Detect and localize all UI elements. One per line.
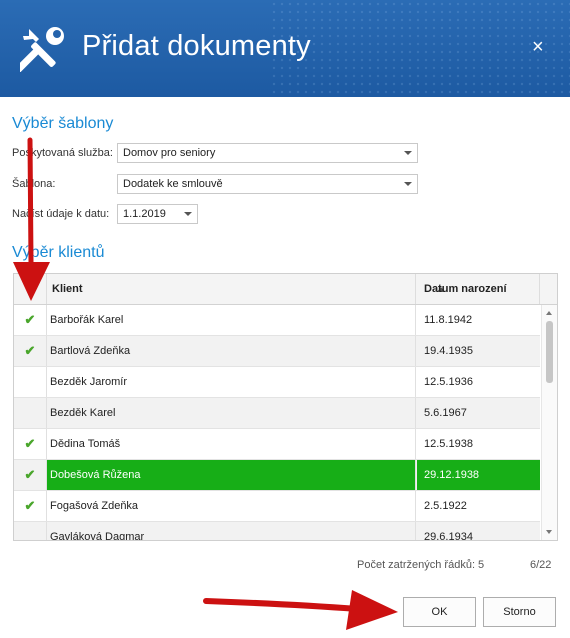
service-select[interactable]: Domov pro seniory: [117, 143, 418, 163]
column-header-client[interactable]: Klient: [47, 274, 445, 304]
service-label: Poskytovaná služba:: [12, 147, 113, 159]
client-name-cell: Dobešová Růžena: [47, 460, 416, 490]
ok-button[interactable]: OK: [403, 597, 476, 627]
birth-date-cell: 12.5.1936: [424, 376, 473, 388]
title-bar: Přidat dokumenty ×: [0, 0, 570, 97]
row-checkbox[interactable]: ✔: [14, 336, 47, 366]
row-checkbox[interactable]: ✔: [14, 491, 47, 521]
scrollbar-thumb[interactable]: [546, 321, 553, 383]
birth-date-cell: 19.4.1935: [424, 345, 473, 357]
chevron-down-icon: [184, 212, 192, 216]
birth-date-cell: 2.5.1922: [424, 500, 467, 512]
birth-date-cell: 12.5.1938: [424, 438, 473, 450]
row-checkbox[interactable]: [14, 367, 47, 397]
template-label: Šablona:: [12, 178, 56, 190]
grid-rows: ✔ Barbořák Karel 11.8.1942 ✔ Bartlová Zdeňka…: [14, 305, 540, 541]
close-icon[interactable]: ×: [532, 36, 544, 59]
date-picker[interactable]: 1.1.2019: [117, 204, 198, 224]
scroll-down-icon[interactable]: [546, 530, 552, 534]
row-checkbox[interactable]: ✔: [14, 460, 47, 490]
column-header-birth[interactable]: Datum narození: [417, 274, 540, 304]
client-name-cell: Gavláková Dagmar: [47, 522, 416, 540]
clients-section-heading: Výběr klientů: [12, 244, 105, 261]
birth-date-cell: 11.8.1942: [424, 314, 473, 326]
service-value: Domov pro seniory: [123, 147, 216, 159]
birth-date-cell: 5.6.1967: [424, 407, 467, 419]
grid-header: Klient Datum narození: [14, 274, 557, 305]
table-row[interactable]: ✔ Dědina Tomáš 12.5.1938: [14, 429, 540, 460]
client-name-cell: Dědina Tomáš: [47, 429, 416, 459]
clients-grid: Klient Datum narození ✔ Barbořák Karel 11.…: [13, 273, 558, 541]
client-name-cell: Bezděk Jaromír: [47, 367, 416, 397]
chevron-down-icon: [404, 182, 412, 186]
checkmark-icon: ✔: [24, 343, 36, 358]
template-select[interactable]: Dodatek ke smlouvě: [117, 174, 418, 194]
row-checkbox[interactable]: [14, 522, 47, 540]
table-row[interactable]: ✔ Dobešová Růžena 29.12.1938: [14, 460, 540, 491]
window-title: Přidat dokumenty: [82, 30, 311, 62]
tools-icon: [20, 27, 64, 72]
birth-date-cell: 29.12.1938: [417, 460, 540, 490]
checkmark-icon: ✔: [24, 436, 36, 451]
client-name-cell: Barbořák Karel: [47, 305, 416, 335]
title-bar-pattern: [270, 0, 570, 97]
cancel-button[interactable]: Storno: [483, 597, 556, 627]
table-row[interactable]: ✔ Fogašová Zdeňka 2.5.1922: [14, 491, 540, 522]
client-name-cell: Bartlová Zdeňka: [47, 336, 416, 366]
checkmark-icon: ✔: [24, 312, 36, 327]
table-row[interactable]: ✔ Bartlová Zdeňka 19.4.1935: [14, 336, 540, 367]
table-row[interactable]: ✔ Barbořák Karel 11.8.1942: [14, 305, 540, 336]
table-row[interactable]: Bezděk Karel 5.6.1967: [14, 398, 540, 429]
date-value: 1.1.2019: [123, 208, 166, 220]
template-value: Dodatek ke smlouvě: [123, 178, 223, 190]
row-position: 6/22: [530, 559, 552, 571]
table-row[interactable]: Bezděk Jaromír 12.5.1936: [14, 367, 540, 398]
table-row[interactable]: Gavláková Dagmar 29.6.1934: [14, 522, 540, 541]
birth-date-cell: 29.6.1934: [424, 531, 473, 541]
row-checkbox[interactable]: [14, 398, 47, 428]
row-checkbox[interactable]: ✔: [14, 305, 47, 335]
checked-rows-status: Počet zatržených řádků: 5: [357, 559, 485, 571]
annotation-arrow-right-head: [346, 590, 398, 630]
vertical-scrollbar[interactable]: [541, 305, 557, 540]
checkmark-icon: ✔: [24, 467, 36, 482]
row-checkbox[interactable]: ✔: [14, 429, 47, 459]
checkmark-icon: ✔: [24, 498, 36, 513]
client-name-cell: Fogašová Zdeňka: [47, 491, 416, 521]
template-section-heading: Výběr šablony: [12, 115, 114, 132]
chevron-down-icon: [404, 151, 412, 155]
column-header-client-label: Klient: [52, 283, 83, 295]
header-select-all[interactable]: [14, 274, 47, 304]
date-label: Načíst údaje k datu:: [12, 208, 110, 220]
client-name-cell: Bezděk Karel: [47, 398, 416, 428]
annotation-arrow-right: [203, 598, 361, 612]
scroll-up-icon[interactable]: [546, 311, 552, 315]
